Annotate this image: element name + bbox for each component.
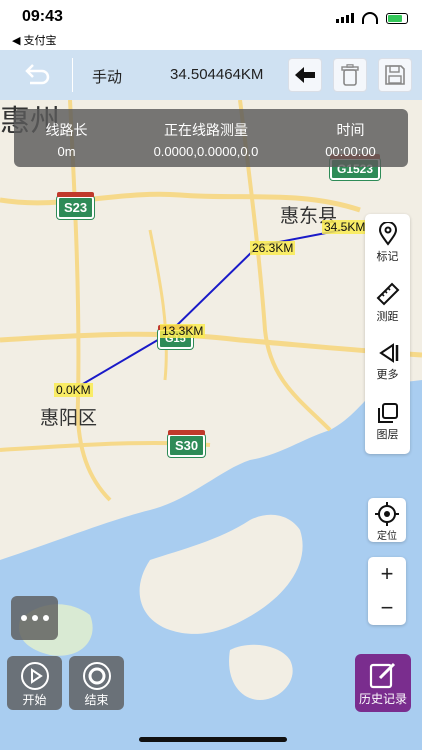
measure-label: 测距 <box>376 311 399 323</box>
road <box>148 229 168 381</box>
distance-readout: 34.504464KM <box>170 66 264 83</box>
back-to-app-link[interactable]: ◀ 支付宝 <box>12 32 57 48</box>
undo-icon <box>25 64 50 85</box>
end-button[interactable]: 结束 <box>69 656 124 710</box>
more-label: 更多 <box>376 369 399 381</box>
layers-label: 图层 <box>376 429 399 441</box>
wifi-icon <box>362 12 378 24</box>
location-pin-icon <box>378 222 397 246</box>
home-indicator <box>139 737 287 742</box>
info-header: 时间 <box>336 122 365 138</box>
road-shield-s23: S23 <box>57 192 95 219</box>
toolbar-divider <box>72 58 73 92</box>
status-time: 09:43 <box>22 8 63 25</box>
zoom-out-button[interactable]: − <box>368 591 406 625</box>
battery-icon <box>386 12 408 24</box>
mark-label: 标记 <box>376 251 399 263</box>
save-button[interactable] <box>378 58 412 92</box>
zoom-control: + − <box>368 557 406 625</box>
arrow-left-icon <box>295 67 315 83</box>
info-column-measuring: 正在线路测量 0.0000,0.0000,0.0 <box>119 109 293 167</box>
more-menu-button[interactable] <box>11 596 58 640</box>
back-step-button[interactable] <box>288 58 322 92</box>
start-button[interactable]: 开始 <box>7 656 62 710</box>
more-tools-button[interactable]: 更多 <box>365 336 410 392</box>
end-label: 结束 <box>84 693 109 707</box>
history-label: 历史记录 <box>358 692 407 706</box>
dot-icon <box>42 615 49 621</box>
status-bar <box>0 0 422 50</box>
mark-button[interactable]: 标记 <box>365 216 410 272</box>
info-value: 0.0000,0.0000,0.0 <box>153 144 259 159</box>
mode-label[interactable]: 手动 <box>92 66 122 87</box>
road-shield-s30: S30 <box>168 430 206 457</box>
locate-button[interactable]: 定位 <box>368 498 406 542</box>
info-value: 0m <box>57 144 76 159</box>
distance-label: 34.5KM <box>322 220 368 234</box>
distance-label: 13.3KM <box>160 324 206 338</box>
status-icons <box>336 12 408 24</box>
trash-icon <box>341 64 359 86</box>
start-label: 开始 <box>22 693 47 707</box>
zoom-in-button[interactable]: + <box>368 557 406 591</box>
dot-icon <box>31 615 38 621</box>
info-column-length: 线路长 0m <box>14 109 119 167</box>
measure-button[interactable]: 测距 <box>365 276 410 332</box>
map-view[interactable]: 惠州 惠东县 惠阳区 S23 G15 S30 G1523 0.0KM 13.3K… <box>0 100 422 750</box>
delete-button[interactable] <box>333 58 367 92</box>
edit-note-icon <box>369 662 396 689</box>
history-button[interactable]: 历史记录 <box>355 654 411 712</box>
distance-label: 26.3KM <box>250 241 296 255</box>
floppy-disk-icon <box>385 65 405 85</box>
layers-button[interactable]: 图层 <box>365 396 410 452</box>
play-icon <box>20 662 49 690</box>
info-column-time: 时间 00:00:00 <box>293 109 408 167</box>
dot-icon <box>20 615 27 621</box>
place-label-huiyang: 惠阳区 <box>40 408 98 429</box>
road <box>0 331 422 358</box>
layers-icon <box>377 403 398 423</box>
step-back-icon <box>378 343 398 363</box>
undo-button[interactable] <box>22 62 52 88</box>
distance-label: 0.0KM <box>54 383 93 397</box>
info-value: 00:00:00 <box>325 144 376 159</box>
crosshair-icon <box>375 502 399 526</box>
stop-target-icon <box>82 662 111 690</box>
ruler-icon <box>376 282 399 306</box>
signal-icon <box>336 13 354 23</box>
locate-label: 定位 <box>377 531 397 542</box>
map-tools-panel: 标记 测距 更多 图层 <box>365 214 410 454</box>
measured-route <box>75 227 353 389</box>
info-header: 正在线路测量 <box>164 122 248 138</box>
measurement-info-panel: 线路长 0m 正在线路测量 0.0000,0.0000,0.0 时间 00:00… <box>14 109 408 167</box>
info-header: 线路长 <box>45 122 88 138</box>
